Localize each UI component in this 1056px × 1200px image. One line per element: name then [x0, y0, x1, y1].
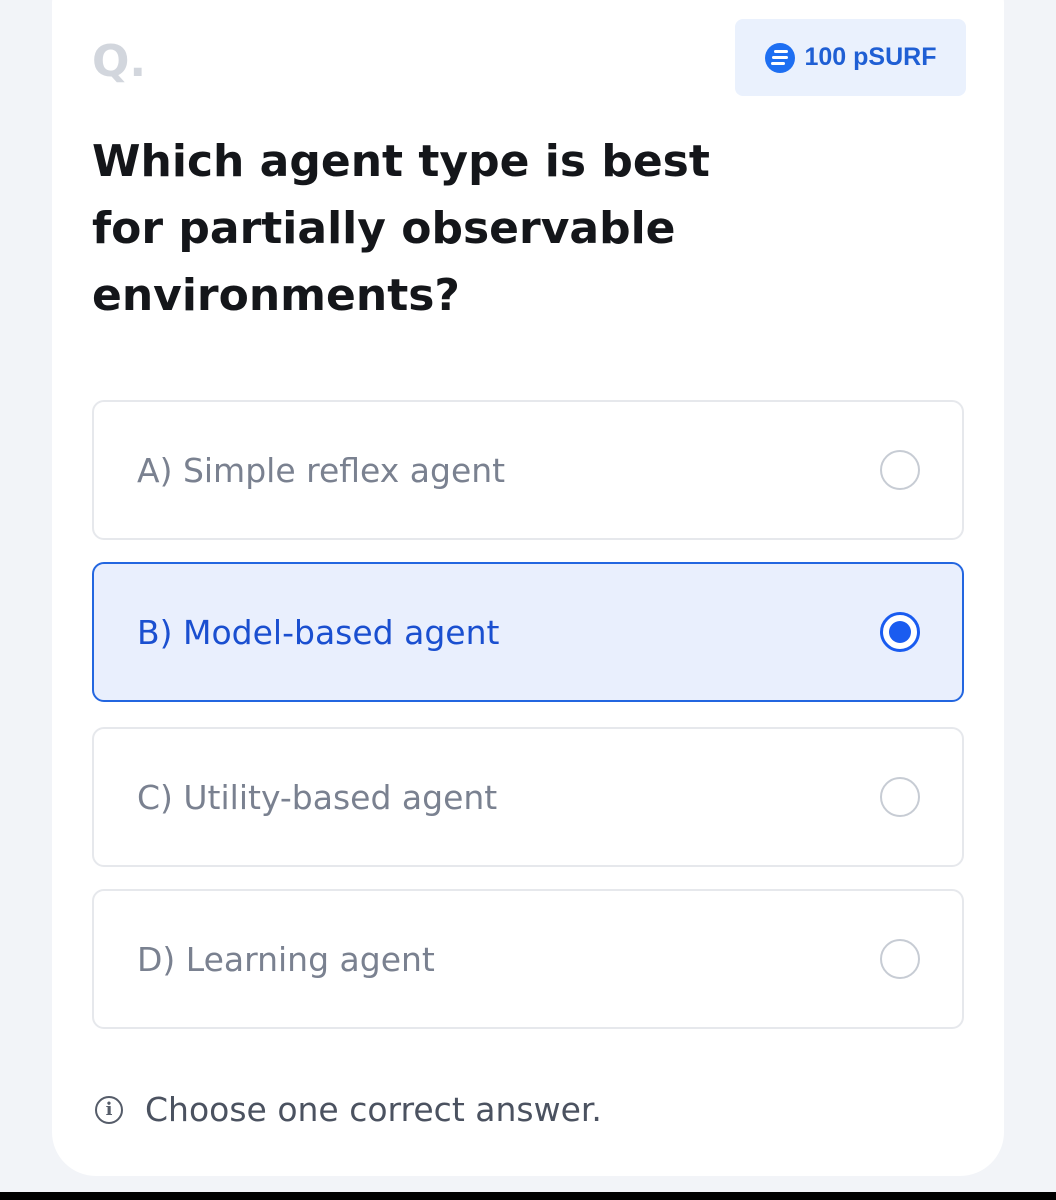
radio-dot-icon	[889, 621, 911, 643]
option-label: D) Learning agent	[137, 939, 435, 979]
radio-button[interactable]	[880, 450, 920, 490]
question-text: Which agent type is best for partially o…	[92, 136, 710, 321]
reward-amount: 100 pSURF	[804, 43, 937, 71]
question-marker: Q.	[92, 36, 147, 87]
radio-button[interactable]	[880, 939, 920, 979]
option-c[interactable]: C) Utility-based agent	[92, 727, 964, 867]
radio-button[interactable]	[880, 777, 920, 817]
option-label: B) Model-based agent	[137, 612, 500, 652]
reward-badge: 100 pSURF	[735, 19, 966, 96]
hint-text: Choose one correct answer.	[145, 1090, 602, 1129]
coin-icon	[764, 42, 795, 73]
bottom-edge	[0, 1192, 1056, 1200]
option-label: C) Utility-based agent	[137, 777, 498, 817]
option-b[interactable]: B) Model-based agent	[92, 562, 964, 702]
radio-button-selected[interactable]	[880, 612, 920, 652]
option-label: A) Simple reflex agent	[137, 450, 506, 490]
option-d[interactable]: D) Learning agent	[92, 889, 964, 1029]
info-icon: i	[95, 1095, 123, 1124]
option-a[interactable]: A) Simple reflex agent	[92, 400, 964, 540]
hint: i Choose one correct answer.	[95, 1090, 602, 1129]
